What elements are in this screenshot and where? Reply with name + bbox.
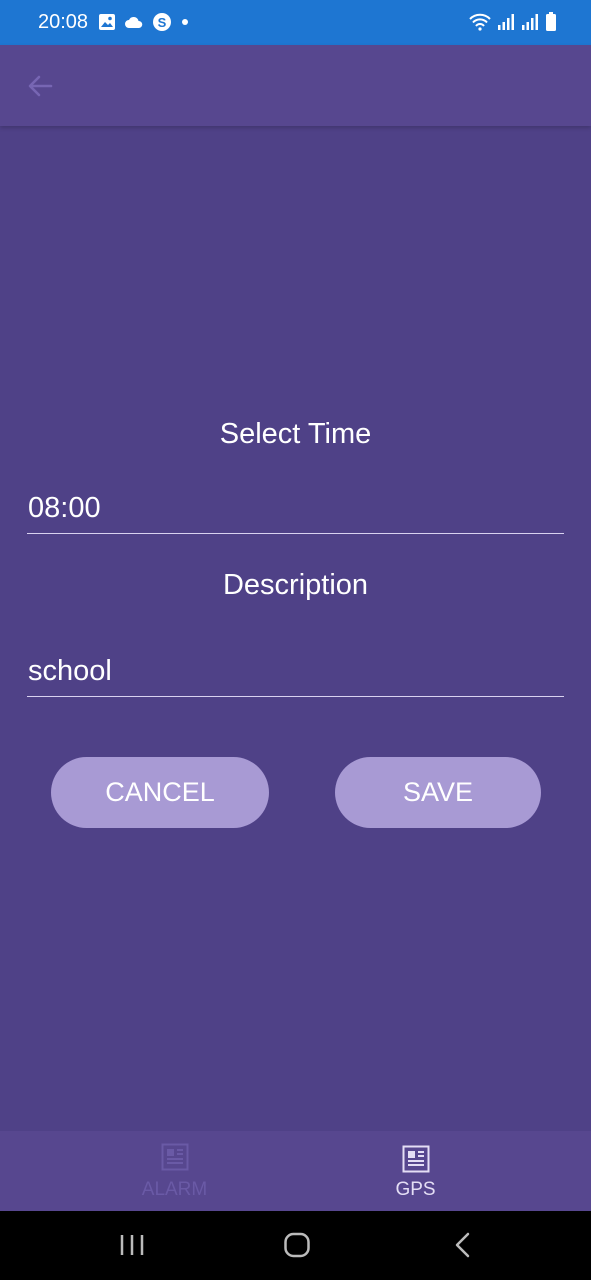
image-icon <box>99 14 115 30</box>
skype-icon: S <box>153 13 171 31</box>
description-label: Description <box>222 569 369 601</box>
wifi-icon <box>469 13 491 31</box>
home-icon <box>284 1232 310 1258</box>
status-bar: 20:08 S <box>0 0 591 45</box>
cloud-icon <box>125 16 143 28</box>
bottom-navigation: ALARM GPS <box>0 1131 591 1211</box>
time-field <box>27 492 565 534</box>
home-button[interactable] <box>283 1231 311 1264</box>
back-icon <box>455 1232 470 1258</box>
alarm-form: Select Time Description CANCEL SAVE <box>0 126 591 1131</box>
status-time: 20:08 <box>38 11 89 33</box>
time-input[interactable] <box>27 492 565 533</box>
arrow-left-icon <box>28 75 53 97</box>
notification-dot-icon <box>182 19 188 25</box>
signal-icon <box>522 14 538 30</box>
nav-label-gps: GPS <box>395 1179 436 1200</box>
system-back-button[interactable] <box>452 1231 474 1264</box>
battery-icon <box>546 12 556 31</box>
svg-text:S: S <box>158 15 167 30</box>
status-left-icons: S <box>98 12 190 32</box>
description-input[interactable] <box>27 655 565 696</box>
nav-item-gps[interactable]: GPS <box>268 1131 563 1211</box>
list-icon <box>402 1145 429 1173</box>
app-bar <box>0 45 591 126</box>
recents-button[interactable] <box>119 1231 145 1264</box>
recents-icon <box>120 1235 144 1255</box>
list-icon <box>161 1143 188 1171</box>
cancel-button[interactable]: CANCEL <box>51 757 269 828</box>
back-button[interactable] <box>24 71 56 101</box>
system-navigation-bar <box>0 1211 591 1280</box>
select-time-label: Select Time <box>219 418 372 450</box>
signal-icon <box>498 14 514 30</box>
save-button[interactable]: SAVE <box>335 757 541 828</box>
status-right-icons <box>469 12 557 32</box>
description-field <box>27 655 565 697</box>
